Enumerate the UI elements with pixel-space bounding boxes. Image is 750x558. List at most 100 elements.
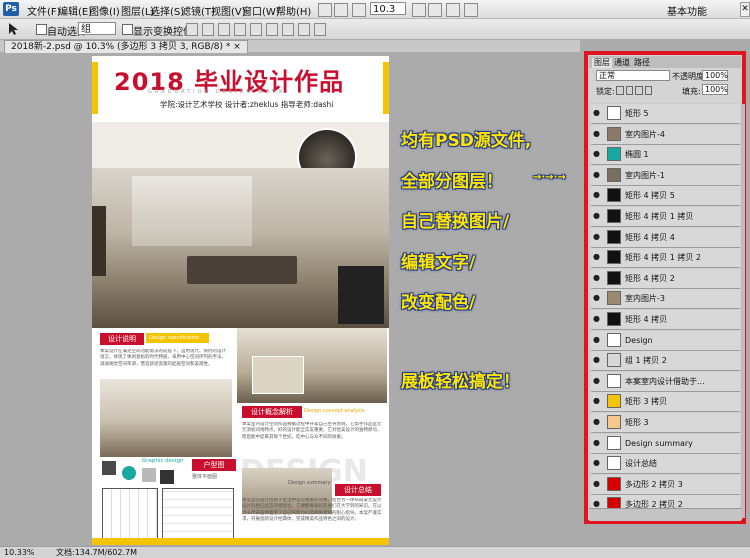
lock-transparent-icon[interactable] [616, 86, 624, 95]
layer-name: 矩形 4 拷贝 [625, 315, 668, 324]
visibility-eye-icon[interactable]: ● [593, 109, 601, 117]
layer-row[interactable]: ● 矩形 3 [591, 413, 740, 433]
distribute-icon[interactable] [314, 23, 326, 36]
tab-channels[interactable]: 通道 [612, 58, 632, 68]
menu-filter[interactable]: 滤镜(T) [181, 3, 215, 18]
layer-row[interactable]: ● 矩形 4 拷贝 4 [591, 227, 740, 248]
menu-help[interactable]: 帮助(H) [276, 3, 311, 18]
show-transform-checkbox[interactable] [122, 24, 133, 35]
align-icon[interactable] [266, 23, 278, 36]
layer-row[interactable]: ● 矩形 4 拷贝 1 拷贝 2 [591, 248, 740, 269]
minibridge-icon[interactable] [334, 3, 348, 17]
layer-thumbnail [607, 312, 621, 326]
tab-layers[interactable]: 图层 [592, 58, 612, 68]
menu-view[interactable]: 视图(V) [211, 3, 246, 18]
layer-row[interactable]: ● 设计总结 [591, 454, 740, 475]
layer-row[interactable]: ● Design [591, 330, 740, 351]
menu-file[interactable]: 文件(F) [27, 3, 61, 18]
distribute-icon[interactable] [282, 23, 294, 36]
layer-thumbnail [607, 476, 621, 491]
layer-thumbnail [607, 394, 621, 409]
living-room-wall-art [252, 356, 304, 394]
align-icon[interactable] [186, 23, 198, 36]
auto-select-checkbox[interactable] [36, 24, 47, 35]
visibility-eye-icon[interactable]: ● [593, 294, 601, 302]
close-window-button[interactable]: ✕ [740, 2, 750, 17]
visibility-eye-icon[interactable]: ● [593, 273, 601, 282]
align-icon[interactable] [202, 23, 214, 36]
layer-row[interactable]: ● 多边形 2 拷贝 3 [591, 474, 740, 495]
visibility-eye-icon[interactable]: ● [593, 479, 601, 488]
status-zoom[interactable]: 10.33% [4, 547, 35, 558]
zoom-tool-icon[interactable] [428, 3, 442, 17]
visibility-eye-icon[interactable]: ● [593, 397, 601, 405]
move-tool-icon[interactable] [6, 22, 22, 36]
menu-edit[interactable]: 编辑(E) [58, 3, 92, 18]
visibility-eye-icon[interactable]: ● [593, 191, 601, 199]
lock-image-icon[interactable] [625, 86, 633, 95]
layers-scrollbar[interactable] [741, 104, 745, 518]
layer-row[interactable]: ● Design summary [591, 433, 740, 454]
section1-en: Design specification [146, 333, 209, 343]
visibility-eye-icon[interactable]: ● [593, 253, 601, 261]
visibility-eye-icon[interactable]: ● [593, 150, 601, 158]
menu-select[interactable]: 选择(S) [150, 3, 184, 18]
visibility-eye-icon[interactable]: ● [593, 212, 601, 220]
layer-row[interactable]: ● 室内图片-1 [591, 165, 740, 186]
visibility-eye-icon[interactable]: ● [593, 315, 601, 323]
visibility-eye-icon[interactable]: ● [593, 459, 601, 467]
floorplan-label: 户型图 [192, 459, 236, 471]
visibility-eye-icon[interactable]: ● [593, 335, 601, 344]
workspace-switcher[interactable]: 基本功能 [667, 3, 707, 18]
layer-name: 矩形 4 拷贝 2 [625, 273, 675, 283]
photoshop-logo-icon: Ps [3, 2, 19, 16]
align-icon[interactable] [250, 23, 262, 36]
status-doc-size: 文档:134.7M/602.7M [56, 548, 137, 557]
tab-paths[interactable]: 路径 [632, 58, 652, 68]
menu-image[interactable]: 图像(I) [89, 3, 120, 18]
visibility-eye-icon[interactable]: ● [593, 129, 601, 138]
arrange-documents-icon[interactable] [446, 3, 460, 17]
layer-row[interactable]: ● 矩形 3 拷贝 [591, 392, 740, 413]
layer-row[interactable]: ● 本案室内设计借助于... [591, 371, 740, 392]
visibility-eye-icon[interactable]: ● [593, 376, 601, 385]
graphic-design-label: Graphic design [142, 458, 184, 464]
layer-row[interactable]: ● 矩形 4 拷贝 [591, 310, 740, 330]
align-icon[interactable] [234, 23, 246, 36]
layer-row[interactable]: ● 矩形 4 拷贝 5 [591, 186, 740, 207]
zoom-select[interactable]: 10.3 [370, 2, 406, 15]
layer-row[interactable]: ● 室内图片-4 [591, 124, 740, 145]
bridge-icon[interactable] [318, 3, 332, 17]
close-tab-icon[interactable]: × [233, 42, 241, 52]
visibility-eye-icon[interactable]: ● [593, 170, 601, 179]
document-tab[interactable]: 2018新-2.psd @ 10.3% (多边形 3 拷贝 3, RGB/8) … [4, 40, 248, 53]
align-icon[interactable] [218, 23, 230, 36]
layer-thumbnail [607, 167, 621, 182]
lock-position-icon[interactable] [635, 86, 643, 95]
opacity-input[interactable]: 100% [702, 70, 728, 81]
screen-mode-icon[interactable] [464, 3, 478, 17]
blend-mode-select[interactable]: 正常 [596, 70, 670, 81]
layer-row[interactable]: ● 矩形 4 拷贝 1 拷贝 [591, 207, 740, 227]
document-canvas[interactable]: 2018 毕业设计作品 GRADUATION DESIGN WORK 学院:设计… [92, 56, 389, 545]
fill-input[interactable]: 100% [702, 84, 728, 95]
menu-window[interactable]: 窗口(W) [242, 3, 280, 18]
layer-row[interactable]: ● 组 1 拷贝 2 [591, 351, 740, 372]
layer-row[interactable]: ● 矩形 4 拷贝 2 [591, 268, 740, 289]
distribute-icon[interactable] [298, 23, 310, 36]
annotation-psd-source: 均有PSD源文件, [401, 131, 532, 151]
lock-all-icon[interactable] [644, 86, 652, 95]
visibility-eye-icon[interactable]: ● [593, 356, 601, 364]
layer-row[interactable]: ● 室内图片-3 [591, 289, 740, 310]
swatch-gray [142, 468, 156, 482]
visibility-eye-icon[interactable]: ● [593, 232, 601, 241]
layer-row[interactable]: ● 椭圆 1 [591, 145, 740, 166]
visibility-eye-icon[interactable]: ● [593, 438, 601, 447]
document-tab-title: 2018新-2.psd @ 10.3% (多边形 3 拷贝 3, RGB/8) … [11, 42, 231, 52]
layer-row[interactable]: ● 矩形 5 [591, 104, 740, 124]
visibility-eye-icon[interactable]: ● [593, 418, 601, 426]
layer-thumbnail [607, 250, 621, 265]
hand-tool-icon[interactable] [412, 3, 426, 17]
extras-icon[interactable] [352, 3, 366, 17]
auto-select-dropdown[interactable]: 组 [78, 22, 116, 35]
